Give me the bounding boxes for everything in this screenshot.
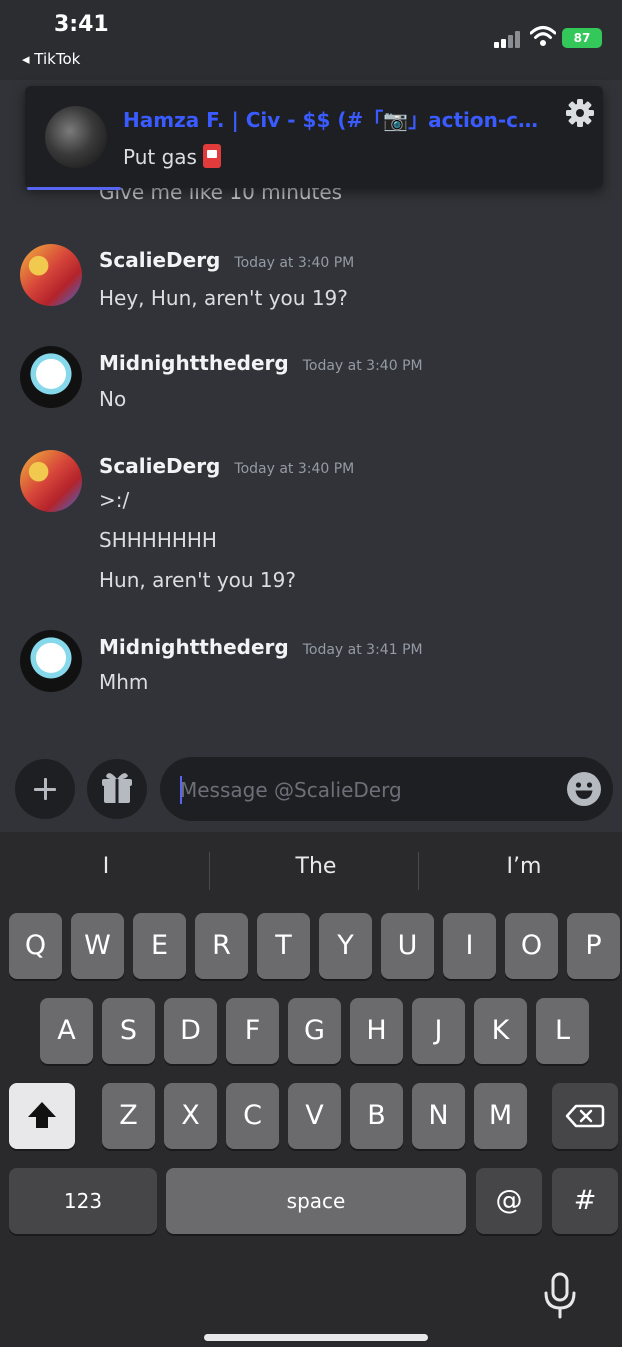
avatar[interactable] [20, 346, 82, 408]
message-text: SHHHHHHH [99, 528, 217, 552]
fuel-can-emoji-icon [202, 144, 221, 168]
message-timestamp: Today at 3:41 PM [302, 642, 423, 658]
key-u[interactable]: U [381, 913, 434, 979]
message-text: Hun, aren't you 19? [99, 568, 296, 592]
key-g[interactable]: G [288, 998, 341, 1064]
key-s[interactable]: S [102, 998, 155, 1064]
back-to-app-link[interactable]: ◂ TikTok [22, 50, 80, 68]
key-d[interactable]: D [164, 998, 217, 1064]
avatar[interactable] [20, 244, 82, 306]
message-timestamp: Today at 3:40 PM [234, 255, 355, 271]
key-v[interactable]: V [288, 1083, 341, 1149]
suggestion-divider [418, 852, 419, 890]
suggestion-divider [209, 852, 210, 890]
suggestion-2[interactable]: The [216, 854, 416, 879]
message-input[interactable] [160, 757, 613, 821]
key-x[interactable]: X [164, 1083, 217, 1149]
predictive-suggestions: I The I’m [0, 832, 622, 908]
message-composer [0, 744, 622, 836]
key-m[interactable]: M [474, 1083, 527, 1149]
status-time: 3:41 [54, 12, 109, 37]
status-bar: 3:41 ◂ TikTok 87 [0, 0, 622, 80]
key-p[interactable]: P [567, 913, 620, 979]
microphone-icon[interactable] [540, 1272, 580, 1320]
key-a[interactable]: A [40, 998, 93, 1064]
avatar[interactable] [20, 450, 82, 512]
message-timestamp: Today at 3:40 PM [302, 358, 423, 374]
text-caret [180, 776, 182, 804]
key-f[interactable]: F [226, 998, 279, 1064]
message-text: Hey, Hun, aren't you 19? [99, 286, 348, 310]
key-e[interactable]: E [133, 913, 186, 979]
key-w[interactable]: W [71, 913, 124, 979]
push-notification[interactable]: Hamza F. | Civ - $$ (#「📷」action-ch... Pu… [25, 86, 603, 190]
phone-screen: 3:41 ◂ TikTok 87 Give me like 10 minutes… [0, 0, 622, 1347]
message-text: Mhm [99, 670, 149, 694]
on-screen-keyboard: I The I’m Q W E R T Y U I O P A S D F G … [0, 832, 622, 1347]
author-name[interactable]: Midnightthederg Today at 3:40 PM [99, 351, 423, 375]
suggestion-3[interactable]: I’m [424, 854, 622, 879]
signal-icon [494, 30, 524, 48]
shift-icon[interactable] [9, 1083, 75, 1149]
key-n[interactable]: N [412, 1083, 465, 1149]
key-q[interactable]: Q [9, 913, 62, 979]
numbers-key[interactable]: 123 [9, 1168, 157, 1234]
key-t[interactable]: T [257, 913, 310, 979]
key-h[interactable]: H [350, 998, 403, 1064]
message-text-field[interactable] [180, 775, 540, 805]
notification-title: Hamza F. | Civ - $$ (#「📷」action-ch... [123, 108, 543, 132]
key-y[interactable]: Y [319, 913, 372, 979]
space-key[interactable]: space [166, 1168, 466, 1234]
emoji-icon[interactable] [567, 772, 601, 806]
suggestion-1[interactable]: I [6, 854, 206, 879]
key-z[interactable]: Z [102, 1083, 155, 1149]
hash-key[interactable]: # [552, 1168, 618, 1234]
notification-body: Put gas [123, 144, 221, 169]
gear-icon[interactable] [565, 98, 595, 128]
at-key[interactable]: @ [476, 1168, 542, 1234]
message-text: >:/ [99, 488, 130, 512]
notification-avatar [45, 106, 107, 168]
battery-indicator: 87 [562, 28, 602, 48]
author-name[interactable]: ScalieDerg Today at 3:40 PM [99, 248, 354, 272]
backspace-icon[interactable] [552, 1083, 618, 1149]
key-j[interactable]: J [412, 998, 465, 1064]
key-c[interactable]: C [226, 1083, 279, 1149]
key-o[interactable]: O [505, 913, 558, 979]
key-k[interactable]: K [474, 998, 527, 1064]
message-timestamp: Today at 3:40 PM [234, 461, 355, 477]
notification-progress [27, 187, 121, 190]
plus-icon[interactable] [15, 759, 75, 819]
avatar[interactable] [20, 630, 82, 692]
author-name[interactable]: Midnightthederg Today at 3:41 PM [99, 635, 423, 659]
home-indicator[interactable] [204, 1334, 428, 1341]
key-i[interactable]: I [443, 913, 496, 979]
wifi-icon [530, 26, 556, 46]
message-text: No [99, 387, 127, 411]
key-b[interactable]: B [350, 1083, 403, 1149]
author-name[interactable]: ScalieDerg Today at 3:40 PM [99, 454, 354, 478]
key-r[interactable]: R [195, 913, 248, 979]
key-l[interactable]: L [536, 998, 589, 1064]
gift-icon[interactable] [87, 759, 147, 819]
